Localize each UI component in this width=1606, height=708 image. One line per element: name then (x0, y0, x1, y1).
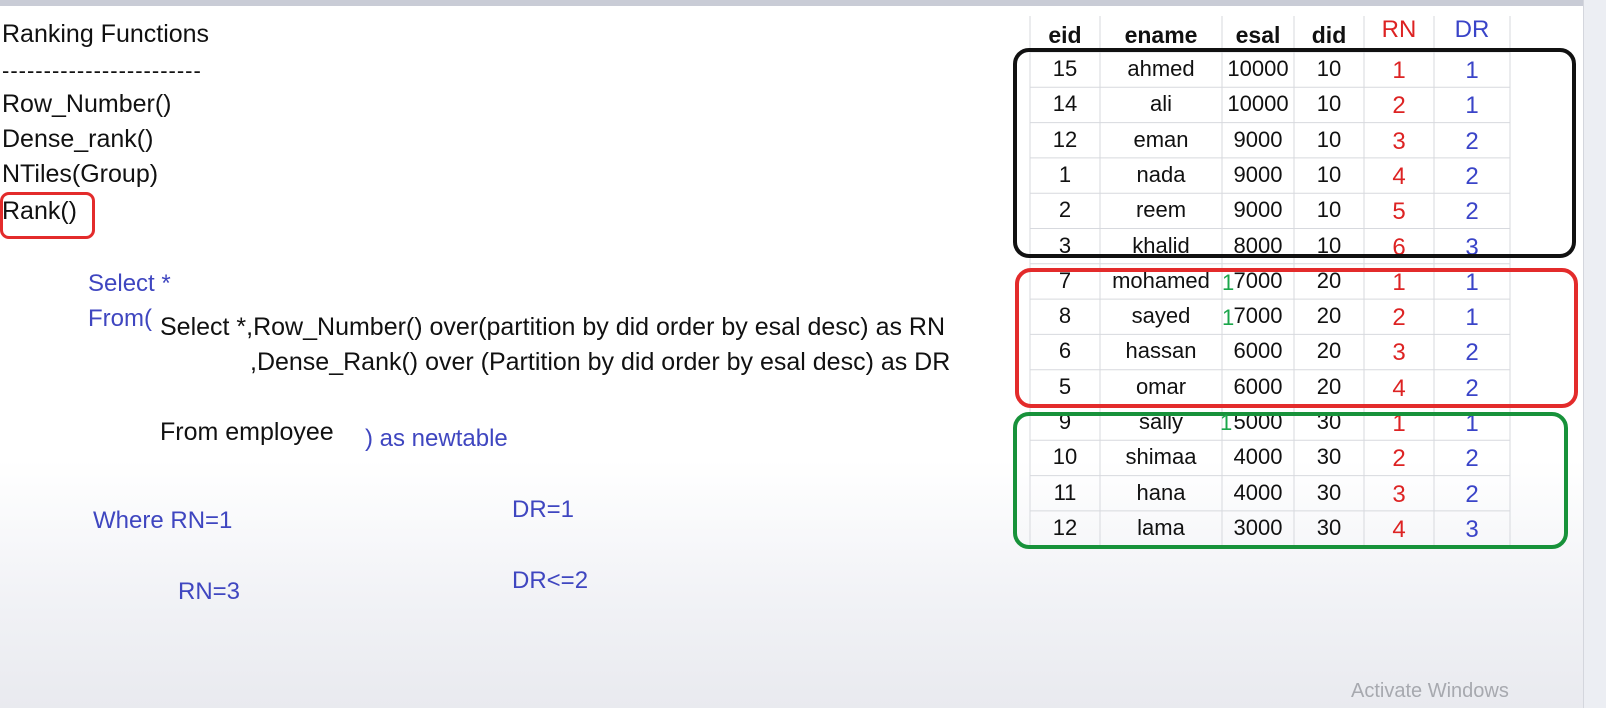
activate-windows-watermark: Activate Windows (1351, 680, 1509, 702)
header-esal: esal (1235, 22, 1281, 48)
header-did: did (1311, 22, 1347, 48)
inner-query-line-1: Select *,Row_Number() over(partition by … (160, 313, 946, 341)
window-right-edge (1583, 0, 1606, 708)
function-ntiles: NTiles(Group) (2, 160, 159, 188)
outer-from: From( (88, 305, 152, 332)
window-top-edge (0, 0, 1606, 6)
function-dense-rank: Dense_rank() (2, 125, 154, 153)
filter-rn-3: RN=3 (178, 578, 241, 605)
header-dr: DR (1454, 16, 1490, 43)
header-rn: RN (1381, 16, 1417, 43)
slide-title: Ranking Functions (2, 20, 210, 48)
header-eid: eid (1048, 22, 1082, 48)
outer-select: Select * (88, 270, 171, 297)
filter-dr-le-2: DR<=2 (512, 567, 589, 594)
subquery-alias: ) as newtable (365, 425, 508, 452)
filter-dr-1: DR=1 (512, 496, 575, 523)
partition-20-box (1015, 268, 1578, 408)
title-separator: ------------------------ (2, 58, 202, 83)
where-rn-1: Where RN=1 (93, 507, 233, 534)
inner-from-employee: From employee (160, 418, 334, 446)
rank-highlight-box (0, 192, 95, 239)
inner-query-line-2: ,Dense_Rank() over (Partition by did ord… (250, 348, 951, 376)
partition-10-box (1013, 48, 1576, 258)
annotation-mark: 1 (1220, 410, 1233, 435)
annotation-mark: 1 (1222, 305, 1235, 330)
function-row-number: Row_Number() (2, 90, 172, 118)
header-ename: ename (1124, 22, 1198, 48)
partition-30-box (1013, 412, 1568, 549)
annotation-mark: 1 (1222, 270, 1235, 295)
